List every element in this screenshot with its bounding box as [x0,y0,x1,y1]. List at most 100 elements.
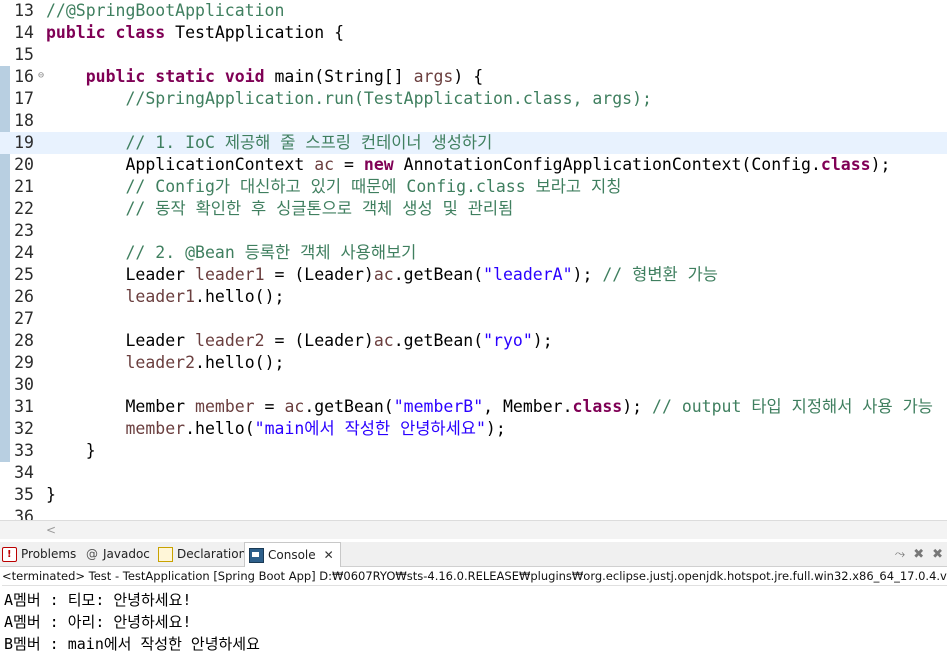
code-token: // Config가 대신하고 있기 때문에 Config.class 보라고 … [125,177,622,196]
code-token: .getBean( [304,397,394,416]
code-text: } [46,484,56,506]
code-line[interactable]: 24 // 2. @Bean 등록한 객체 사용해보기 [0,242,947,264]
code-token: ); [870,155,891,174]
code-token: ac [284,397,305,416]
line-number: 21 [14,177,34,196]
code-line[interactable]: 20 ApplicationContext ac = new Annotatio… [0,154,947,176]
line-number: 35 [14,485,34,504]
code-line[interactable]: 34 [0,462,947,484]
code-text: public static void main(String[] args) { [46,66,483,88]
code-line[interactable]: 29 leader2.hello(); [0,352,947,374]
remove-launch-icon[interactable]: ✖ [913,547,924,562]
code-token: // 형변환 가능 [602,265,718,284]
code-line[interactable]: 32 member.hello("main에서 작성한 안녕하세요"); [0,418,947,440]
code-text: // 1. IoC 제공해 줄 스프링 컨테이너 생성하기 [46,132,492,154]
code-token: ); [622,397,653,416]
code-line[interactable]: 36 [0,506,947,520]
terminated-status: <terminated> Test - TestApplication [Spr… [2,567,947,586]
code-token: // 1. IoC 제공해 줄 스프링 컨테이너 생성하기 [125,133,493,152]
tab-console[interactable]: Console ✕ [244,542,341,567]
code-line[interactable]: 28 Leader leader2 = (Leader)ac.getBean("… [0,330,947,352]
code-line[interactable]: 14 public class TestApplication { [0,22,947,44]
problems-icon [2,543,17,567]
line-number: 15 [14,45,34,64]
code-line[interactable]: 31 Member member = ac.getBean("memberB",… [0,396,947,418]
code-line[interactable]: 18 [0,110,947,132]
console-icon [249,547,264,563]
code-editor[interactable]: 13 //@SpringBootApplication 14 public class… [0,0,947,520]
code-token: //@SpringBootApplication [46,1,285,20]
line-number: 26 [14,287,34,306]
code-token: // output 타입 지정해서 사용 가능 [652,397,933,416]
code-token: // 동작 확인한 후 싱글톤으로 객체 생성 및 관리됨 [125,199,514,218]
code-token: ); [532,331,553,350]
tab-label: Console [268,548,316,562]
line-number: 19 [14,133,34,152]
code-line[interactable]: 16 public static void main(String[] args… [0,65,947,88]
code-token: leader2 [125,353,196,372]
code-text: public class TestApplication { [46,22,344,44]
console-toolbar: ⤳ ✖ ✖ [895,542,947,566]
code-text: // 2. @Bean 등록한 객체 사용해보기 [46,242,416,264]
code-token: class [572,397,623,416]
code-token: Member [46,397,196,416]
code-token: class [820,155,871,174]
code-token: //SpringApplication.run(TestApplication.… [125,89,652,108]
code-line[interactable]: 26 leader1.hello(); [0,286,947,308]
code-line[interactable]: 19 // 1. IoC 제공해 줄 스프링 컨테이너 생성하기 [0,132,947,154]
code-line[interactable]: 27 [0,308,947,330]
console-output-line: A멤버 : 아리: 안녕하세요! [4,613,192,631]
code-line[interactable]: 30 [0,374,947,396]
tab-problems[interactable]: Problems [2,542,77,567]
line-number: 23 [14,221,34,240]
code-line[interactable]: 13 //@SpringBootApplication [0,0,947,22]
code-line[interactable]: 22 // 동작 확인한 후 싱글톤으로 객체 생성 및 관리됨 [0,198,947,220]
code-line[interactable]: 15 [0,44,947,66]
code-token: = [254,397,285,416]
code-token: } [46,485,56,504]
tab-label: Problems [21,547,77,561]
code-token: new [363,155,404,174]
code-line[interactable]: 33 } [0,440,947,462]
line-number: 33 [14,441,34,460]
scroll-left-icon[interactable]: < [46,521,56,539]
code-text: // Config가 대신하고 있기 때문에 Config.class 보라고 … [46,176,621,198]
line-number: 17 [14,89,34,108]
code-line[interactable]: 17 //SpringApplication.run(TestApplicati… [0,88,947,110]
code-line[interactable]: 23 [0,220,947,242]
code-token: } [46,441,96,460]
tab-label: Javadoc [103,547,150,561]
line-number: 14 [14,23,34,42]
code-token: .hello(); [195,353,285,372]
code-line[interactable]: 35} [0,484,947,506]
console-output-line: A멤버 : 티모: 안녕하세요! [4,591,192,609]
code-token: .getBean( [393,265,484,284]
code-token: , Member. [483,397,573,416]
code-text: //SpringApplication.run(TestApplication.… [46,88,652,110]
view-tab-bar: Problems @ Javadoc Declaration Console ✕… [0,542,947,567]
pin-icon[interactable]: ⤳ [895,547,905,562]
code-text: // 동작 확인한 후 싱글톤으로 객체 생성 및 관리됨 [46,198,513,220]
code-token: .hello( [185,419,255,438]
code-token: member [125,419,186,438]
code-token: Leader [46,265,196,284]
line-number: 28 [14,331,34,350]
code-text: member.hello("main에서 작성한 안녕하세요"); [46,418,505,440]
close-icon[interactable]: ✕ [324,543,334,567]
code-token: public class [46,23,176,42]
code-line[interactable]: 25 Leader leader1 = (Leader)ac.getBean("… [0,264,947,286]
code-token: main(String[] [274,67,414,86]
code-token: member [195,397,255,416]
tab-declaration[interactable]: Declaration [158,542,246,566]
declaration-icon [158,546,173,562]
code-line[interactable]: 21 // Config가 대신하고 있기 때문에 Config.class 보… [0,176,947,198]
remove-all-icon[interactable]: ✖ [932,547,943,562]
code-token: .hello(); [195,287,285,306]
tab-javadoc[interactable]: @ Javadoc [86,542,150,566]
line-number: 29 [14,353,34,372]
editor-horizontal-scrollbar[interactable]: < [0,520,947,539]
line-number: 16 [0,65,44,88]
code-token: Leader [46,331,196,350]
